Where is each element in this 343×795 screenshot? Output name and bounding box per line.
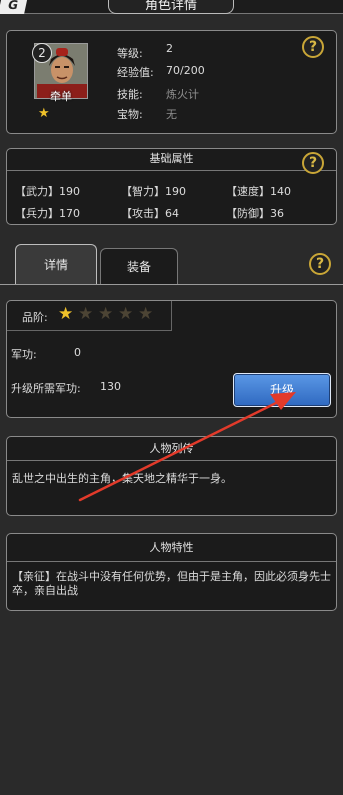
annotation-arrow-icon	[78, 392, 296, 502]
